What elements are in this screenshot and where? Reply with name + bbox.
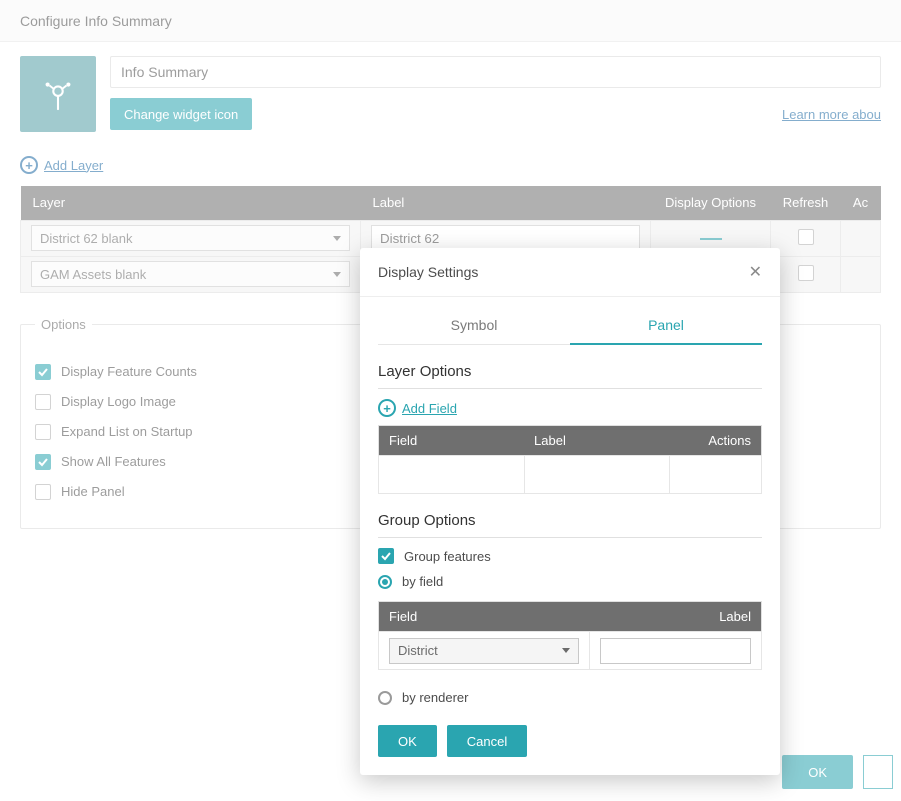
- close-icon[interactable]: ✕: [749, 262, 762, 282]
- table-row: District: [379, 632, 762, 670]
- col-display-options: Display Options: [651, 186, 771, 220]
- by-field-label: by field: [402, 574, 443, 589]
- page-title-text: Configure Info Summary: [20, 13, 172, 29]
- by-renderer-radio-row[interactable]: by renderer: [378, 690, 762, 705]
- table-row: [379, 456, 762, 494]
- add-field-row[interactable]: + Add Field: [378, 399, 762, 417]
- modal-title: Display Settings: [378, 264, 478, 280]
- layer-select[interactable]: GAM Assets blank: [31, 261, 350, 287]
- display-options-button[interactable]: [700, 238, 722, 240]
- checkbox[interactable]: [35, 454, 51, 470]
- lo-col-field: Field: [379, 426, 525, 456]
- widget-header-second-line: Change widget icon Learn more abou: [110, 98, 881, 130]
- checkbox[interactable]: [35, 364, 51, 380]
- gf-col-label: Label: [589, 602, 761, 632]
- widget-title-input[interactable]: [110, 56, 881, 88]
- col-refresh: Refresh: [771, 186, 841, 220]
- learn-more-link[interactable]: Learn more abou: [782, 107, 881, 122]
- option-label: Show All Features: [61, 454, 166, 469]
- info-summary-icon: [41, 77, 75, 111]
- tab-panel[interactable]: Panel: [570, 307, 762, 345]
- chevron-down-icon: [562, 648, 570, 653]
- option-label: Display Feature Counts: [61, 364, 197, 379]
- group-features-label: Group features: [404, 549, 491, 564]
- change-widget-icon-button[interactable]: Change widget icon: [110, 98, 252, 130]
- plus-icon: +: [378, 399, 396, 417]
- chevron-down-icon: [333, 272, 341, 277]
- col-actions: Ac: [841, 186, 881, 220]
- lo-col-label: Label: [524, 426, 670, 456]
- widget-header-right: Change widget icon Learn more abou: [110, 56, 881, 130]
- page-footer: OK: [782, 755, 901, 789]
- checkbox[interactable]: [35, 484, 51, 500]
- layer-select-value: GAM Assets blank: [40, 267, 146, 282]
- page-title: Configure Info Summary: [0, 0, 901, 42]
- add-layer-link[interactable]: Add Layer: [44, 158, 103, 173]
- by-renderer-label: by renderer: [402, 690, 468, 705]
- layer-select[interactable]: District 62 blank: [31, 225, 350, 251]
- modal-footer: OK Cancel: [360, 711, 780, 763]
- checkbox[interactable]: [35, 394, 51, 410]
- col-label: Label: [361, 186, 651, 220]
- refresh-checkbox[interactable]: [798, 229, 814, 245]
- group-field-table: Field Label District: [378, 601, 762, 670]
- secondary-button[interactable]: [863, 755, 893, 789]
- layers-table-head: Layer Label Display Options Refresh Ac: [21, 186, 881, 220]
- modal-ok-button[interactable]: OK: [378, 725, 437, 757]
- group-options-heading: Group Options: [378, 512, 762, 538]
- tab-symbol[interactable]: Symbol: [378, 307, 570, 344]
- widget-header-row: Change widget icon Learn more abou: [20, 56, 881, 132]
- layer-options-table: Field Label Actions: [378, 425, 762, 494]
- chevron-down-icon: [333, 236, 341, 241]
- gf-col-field: Field: [379, 602, 590, 632]
- add-field-link[interactable]: Add Field: [402, 401, 457, 416]
- checkbox[interactable]: [378, 548, 394, 564]
- modal-body: Symbol Panel Layer Options + Add Field F…: [360, 297, 780, 705]
- group-features-row[interactable]: Group features: [378, 548, 762, 564]
- group-label-input[interactable]: [600, 638, 751, 664]
- option-label: Hide Panel: [61, 484, 125, 499]
- col-layer: Layer: [21, 186, 361, 220]
- refresh-checkbox[interactable]: [798, 265, 814, 281]
- layer-options-heading: Layer Options: [378, 363, 762, 389]
- checkbox[interactable]: [35, 424, 51, 440]
- radio[interactable]: [378, 691, 392, 705]
- display-settings-modal: Display Settings ✕ Symbol Panel Layer Op…: [360, 248, 780, 775]
- option-label: Expand List on Startup: [61, 424, 193, 439]
- page-root: Configure Info Summary Change widget ico…: [0, 0, 901, 801]
- ok-button[interactable]: OK: [782, 755, 853, 789]
- option-label: Display Logo Image: [61, 394, 176, 409]
- layer-select-value: District 62 blank: [40, 231, 132, 246]
- group-field-select[interactable]: District: [389, 638, 579, 664]
- plus-icon: +: [20, 156, 38, 174]
- modal-cancel-button[interactable]: Cancel: [447, 725, 527, 757]
- options-legend: Options: [35, 317, 92, 332]
- modal-tabs: Symbol Panel: [378, 307, 762, 345]
- radio[interactable]: [378, 575, 392, 589]
- modal-header: Display Settings ✕: [360, 248, 780, 297]
- add-layer-row[interactable]: + Add Layer: [20, 156, 881, 174]
- lo-col-actions: Actions: [670, 426, 762, 456]
- by-field-radio-row[interactable]: by field: [378, 574, 762, 589]
- widget-icon-tile[interactable]: [20, 56, 96, 132]
- group-field-value: District: [398, 643, 438, 658]
